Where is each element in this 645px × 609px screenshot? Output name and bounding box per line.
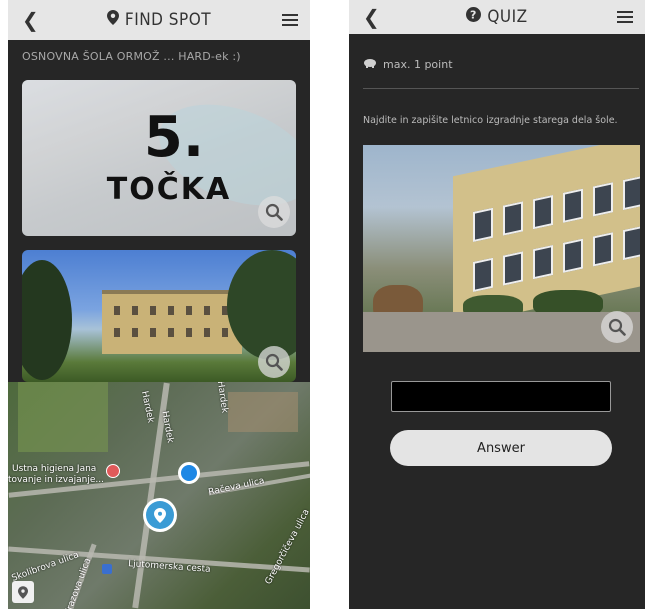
point-caption: TOČKA xyxy=(106,172,232,207)
hamburger-menu-icon[interactable] xyxy=(282,14,298,26)
current-location-dot xyxy=(178,462,200,484)
hamburger-menu-icon[interactable] xyxy=(617,11,633,23)
answer-input[interactable] xyxy=(391,381,611,412)
map-label: Ustna higiena Jana xyxy=(12,464,97,474)
piggy-bank-icon xyxy=(363,58,377,71)
page-title-text: QUIZ xyxy=(487,7,528,27)
location-pin-icon xyxy=(106,10,119,30)
points-info: max. 1 point xyxy=(363,58,453,71)
search-icon[interactable] xyxy=(258,346,290,378)
map-label: tovanje in izvajanje... xyxy=(8,475,104,485)
school-facade-photo[interactable] xyxy=(363,145,640,352)
school-building xyxy=(102,290,242,354)
school-photo-card[interactable] xyxy=(22,250,296,382)
target-location-pin-icon[interactable] xyxy=(143,498,177,532)
header-bar: ❮ ? QUIZ xyxy=(349,0,645,34)
search-icon[interactable] xyxy=(601,311,633,343)
map-label: Račeva ulica xyxy=(207,476,266,498)
map-label: Hardek xyxy=(214,382,230,414)
map-location-button[interactable] xyxy=(12,581,34,603)
answer-button[interactable]: Answer xyxy=(390,430,612,466)
map-label: Vrazova ulica xyxy=(63,556,94,609)
search-icon[interactable] xyxy=(258,196,290,228)
divider xyxy=(363,88,639,89)
map-label: Gregorčičeva ulica xyxy=(263,507,310,587)
find-spot-screen: ❮ FIND SPOT OSNOVNA ŠOLA ORMOŽ ... HARD-… xyxy=(8,0,310,609)
svg-text:?: ? xyxy=(470,9,477,22)
poi-marker-icon[interactable] xyxy=(106,464,120,478)
satellite-map[interactable]: Hardek Hardek Hardek Ustna higiena Jana … xyxy=(8,382,310,609)
question-circle-icon: ? xyxy=(466,7,482,27)
point-5-card[interactable]: 5. TOČKA xyxy=(22,80,296,236)
page-title: ? QUIZ xyxy=(349,7,645,27)
points-text: max. 1 point xyxy=(383,58,453,71)
map-label: Hardek xyxy=(138,390,156,424)
quiz-screen: ❮ ? QUIZ max. 1 point Najdite in zapišit… xyxy=(349,0,645,609)
poi-marker-icon[interactable] xyxy=(102,564,112,574)
route-subtitle: OSNOVNA ŠOLA ORMOŽ ... HARD-ek :) xyxy=(22,50,241,63)
map-label: Skolibrova ulica xyxy=(10,550,81,584)
page-title: FIND SPOT xyxy=(8,10,310,30)
question-text: Najdite in zapišite letnico izgradnje st… xyxy=(363,115,618,126)
point-number: 5. xyxy=(143,105,205,170)
header-bar: ❮ FIND SPOT xyxy=(8,0,310,40)
page-title-text: FIND SPOT xyxy=(124,10,212,30)
